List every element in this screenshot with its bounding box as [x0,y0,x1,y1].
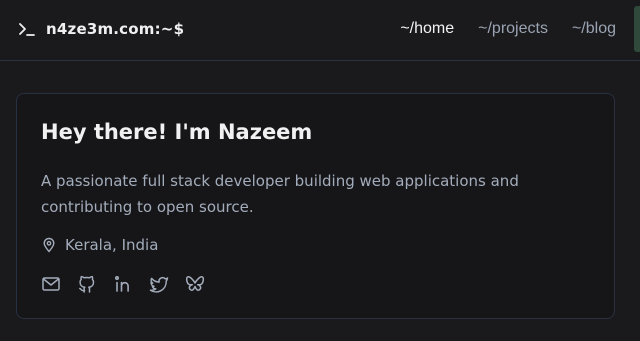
twitter-link[interactable] [149,274,169,294]
email-link[interactable] [41,274,61,294]
top-navigation-bar: n4ze3m.com:~$ ~/home ~/projects ~/blog [0,0,640,61]
profile-description: A passionate full stack developer buildi… [41,172,519,216]
social-links [41,274,205,294]
profile-heading: Hey there! I'm Nazeem [41,120,313,144]
scroll-edge-indicator [634,6,640,52]
github-link[interactable] [77,274,97,294]
terminal-icon [19,23,35,36]
mail-icon [42,277,60,291]
bluesky-icon [185,276,205,291]
linkedin-icon [114,275,129,292]
bluesky-link[interactable] [185,274,205,294]
location-info: Kerala, India [41,236,158,254]
nav-home-link[interactable]: ~/home [400,20,454,38]
map-pin-icon [43,237,55,253]
linkedin-link[interactable] [113,274,133,294]
site-title: n4ze3m.com:~$ [46,20,185,38]
site-brand[interactable]: n4ze3m.com:~$ [18,20,184,38]
main-nav: ~/home ~/projects ~/blog [400,20,616,38]
twitter-icon [149,276,169,293]
github-icon [79,275,95,293]
profile-card: Hey there! I'm Nazeem A passionate full … [16,93,615,319]
nav-projects-link[interactable]: ~/projects [478,20,548,38]
location-text: Kerala, India [65,236,159,254]
nav-blog-link[interactable]: ~/blog [572,20,616,38]
